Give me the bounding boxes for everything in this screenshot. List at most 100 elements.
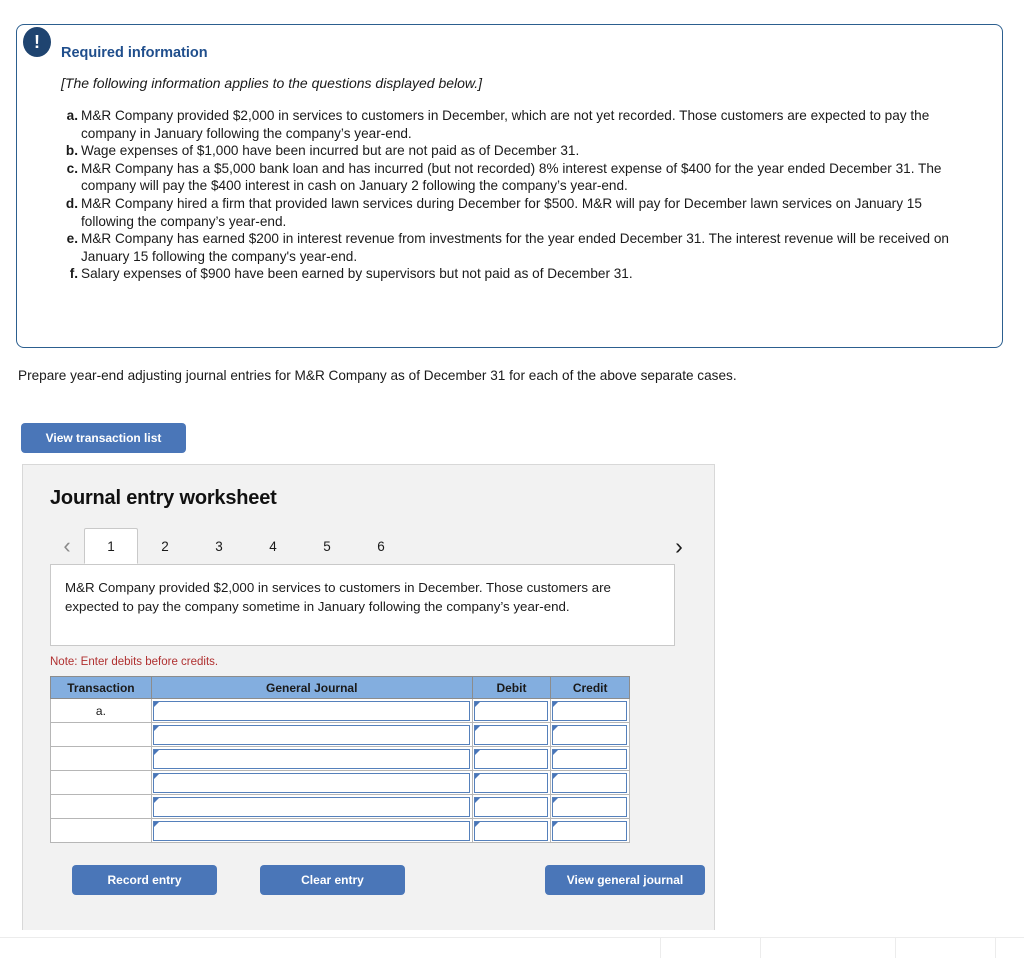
general-journal-cell[interactable]	[150, 746, 473, 771]
required-information-content: Required information [The following info…	[17, 25, 1002, 293]
debit-cell[interactable]	[471, 770, 552, 795]
debits-before-credits-note: Note: Enter debits before credits.	[50, 656, 219, 668]
worksheet-title: Journal entry worksheet	[50, 487, 277, 509]
credit-input[interactable]	[552, 724, 627, 745]
table-row: a.	[50, 698, 630, 723]
worksheet-tabbar: ‹ 1 2 3 4 5 6 ›	[23, 528, 714, 564]
column-header-debit: Debit	[471, 676, 552, 699]
list-item-text: Salary expenses of $900 have been earned…	[81, 266, 633, 282]
view-transaction-list-button[interactable]: View transaction list	[21, 423, 186, 453]
table-row	[50, 722, 630, 747]
debit-input[interactable]	[473, 772, 549, 793]
tab-2[interactable]: 2	[138, 528, 192, 564]
transaction-label: a.	[50, 698, 152, 723]
debit-cell[interactable]	[471, 722, 552, 747]
general-journal-input[interactable]	[152, 772, 470, 793]
credit-input[interactable]	[552, 820, 627, 841]
list-item-text: M&R Company has earned $200 in interest …	[81, 231, 949, 264]
journal-entry-table: Transaction General Journal Debit Credit…	[50, 676, 630, 843]
view-general-journal-button[interactable]: View general journal	[545, 865, 705, 895]
credit-cell[interactable]	[550, 722, 630, 747]
transaction-label	[50, 818, 152, 843]
required-information-box: ! Required information [The following in…	[16, 24, 1003, 348]
list-item-text: M&R Company has a $5,000 bank loan and h…	[81, 160, 942, 194]
general-journal-input[interactable]	[152, 796, 470, 817]
debit-input[interactable]	[473, 820, 549, 841]
list-item-marker: f.	[69, 266, 78, 282]
tab-3[interactable]: 3	[192, 528, 246, 564]
tab-content-description: M&R Company provided $2,000 in services …	[50, 564, 675, 646]
credit-cell[interactable]	[550, 770, 630, 795]
grid-divider	[995, 938, 996, 958]
debit-input[interactable]	[473, 700, 549, 721]
record-entry-button[interactable]: Record entry	[72, 865, 217, 895]
list-item: a. M&R Company provided $2,000 in service…	[61, 107, 974, 142]
debit-input[interactable]	[473, 724, 549, 745]
debit-cell[interactable]	[471, 818, 552, 843]
instruction-text: Prepare year-end adjusting journal entri…	[18, 368, 737, 383]
grid-divider	[660, 938, 661, 958]
required-information-title: Required information	[61, 45, 208, 61]
list-item-text: M&R Company provided $2,000 in services …	[81, 108, 930, 141]
general-journal-cell[interactable]	[150, 722, 473, 747]
credit-input[interactable]	[552, 748, 627, 769]
list-item-text: Wage expenses of $1,000 have been incurr…	[81, 143, 580, 159]
table-row	[50, 746, 630, 771]
table-header-row: Transaction General Journal Debit Credit	[50, 676, 630, 699]
general-journal-cell[interactable]	[150, 794, 473, 819]
transaction-label	[50, 746, 152, 771]
tab-5[interactable]: 5	[300, 528, 354, 564]
general-journal-input[interactable]	[152, 724, 470, 745]
credit-cell[interactable]	[550, 794, 630, 819]
list-item: e. M&R Company has earned $200 in interes…	[61, 230, 974, 265]
debit-cell[interactable]	[471, 746, 552, 771]
credit-cell[interactable]	[550, 698, 630, 723]
table-row	[50, 794, 630, 819]
journal-entry-worksheet-panel: Journal entry worksheet ‹ 1 2 3 4 5 6 › …	[22, 464, 715, 930]
credit-input[interactable]	[552, 772, 627, 793]
table-row	[50, 818, 630, 843]
debit-cell[interactable]	[471, 794, 552, 819]
transaction-label	[50, 794, 152, 819]
chevron-right-icon[interactable]: ›	[662, 528, 696, 564]
general-journal-input[interactable]	[152, 820, 470, 841]
table-row	[50, 770, 630, 795]
general-journal-cell[interactable]	[150, 818, 473, 843]
bottom-partial-grid	[0, 938, 1024, 958]
grid-divider	[760, 938, 761, 958]
exclamation-icon: !	[23, 27, 51, 57]
credit-input[interactable]	[552, 700, 627, 721]
list-item: c. M&R Company has a $5,000 bank loan and…	[61, 160, 974, 195]
general-journal-input[interactable]	[152, 700, 470, 721]
list-item-marker: c.	[66, 160, 78, 176]
chevron-left-icon[interactable]: ‹	[50, 528, 84, 564]
list-item-marker: d.	[65, 195, 78, 211]
debit-input[interactable]	[473, 796, 549, 817]
list-item: d. M&R Company hired a firm that provided…	[61, 195, 974, 230]
grid-divider	[895, 938, 896, 958]
required-information-subtitle: [The following information applies to th…	[61, 75, 483, 91]
general-journal-cell[interactable]	[150, 698, 473, 723]
tab-4[interactable]: 4	[246, 528, 300, 564]
debit-input[interactable]	[473, 748, 549, 769]
credit-input[interactable]	[552, 796, 627, 817]
list-item: f. Salary expenses of $900 have been earn…	[61, 265, 974, 283]
debit-cell[interactable]	[471, 698, 552, 723]
clear-entry-button[interactable]: Clear entry	[260, 865, 405, 895]
transaction-label	[50, 770, 152, 795]
tab-1[interactable]: 1	[84, 528, 138, 564]
column-header-credit: Credit	[550, 676, 630, 699]
required-information-list: a. M&R Company provided $2,000 in service…	[61, 107, 974, 283]
general-journal-input[interactable]	[152, 748, 470, 769]
list-item: b. Wage expenses of $1,000 have been incu…	[61, 142, 974, 160]
credit-cell[interactable]	[550, 746, 630, 771]
credit-cell[interactable]	[550, 818, 630, 843]
list-item-text: M&R Company hired a firm that provided l…	[81, 195, 922, 229]
column-header-transaction: Transaction	[50, 676, 152, 699]
list-item-marker: e.	[66, 231, 78, 247]
list-item-marker: b.	[65, 143, 78, 159]
transaction-label	[50, 722, 152, 747]
worksheet-action-buttons: Record entry Clear entry View general jo…	[50, 865, 710, 895]
tab-6[interactable]: 6	[354, 528, 408, 564]
general-journal-cell[interactable]	[150, 770, 473, 795]
